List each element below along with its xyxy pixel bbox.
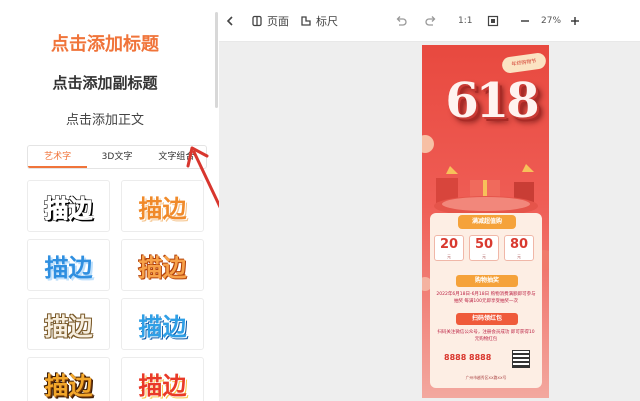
page-label: 页面	[267, 15, 289, 28]
decor-ball	[422, 135, 434, 153]
fit-screen-icon	[487, 15, 499, 27]
add-subheading-button[interactable]: 点击添加副标题	[0, 72, 210, 93]
art-text-style-card[interactable]: 描边	[27, 180, 110, 232]
art-text-style-card[interactable]: 描边	[27, 239, 110, 291]
add-body-text-button[interactable]: 点击添加正文	[0, 109, 210, 128]
poster-badge[interactable]: 年终购物节	[501, 52, 547, 74]
art-text-sample: 描边	[138, 371, 187, 400]
editor-app: 点击添加标题 点击添加副标题 点击添加正文 艺术字 3D文字 文字组合 描边 描…	[0, 0, 640, 401]
tab-3d-text[interactable]: 3D文字	[87, 146, 146, 168]
collapse-panel-button[interactable]	[225, 0, 235, 42]
coupon-value: 50	[474, 237, 494, 252]
redo-icon	[425, 16, 436, 26]
plus-icon	[571, 17, 579, 25]
coupon-unit: 元	[517, 254, 521, 259]
coupon-value: 80	[509, 237, 529, 252]
ruler-button[interactable]: 标尺	[300, 0, 338, 42]
art-text-sample: 描边	[44, 194, 93, 223]
art-text-style-card[interactable]: 描边	[27, 298, 110, 350]
zoom-in-button[interactable]	[569, 0, 581, 42]
undo-button[interactable]	[394, 0, 408, 42]
lottery-text[interactable]: 2022年6月18日-6月18日 购物消费满额即可参与抽奖 每满100元即享受抽…	[436, 291, 536, 305]
lottery-title[interactable]: 购物抽奖	[456, 275, 518, 287]
ruler-icon	[301, 16, 311, 26]
coupon[interactable]: 80 元	[504, 235, 534, 261]
art-text-style-card[interactable]: 描边	[121, 239, 204, 291]
art-text-style-card[interactable]: 描边	[27, 357, 110, 401]
page-button[interactable]: 页面	[251, 0, 289, 42]
redpack-title[interactable]: 扫码领红包	[456, 313, 518, 325]
page-icon	[252, 15, 262, 27]
tab-art-text[interactable]: 艺术字	[28, 146, 88, 168]
chevron-left-icon	[226, 16, 233, 26]
art-text-style-card[interactable]: 描边	[121, 357, 204, 401]
poster-phone[interactable]: 8888 8888	[444, 353, 491, 362]
qr-code-icon[interactable]	[512, 350, 530, 368]
art-text-sample: 描边	[44, 253, 93, 282]
poster-canvas[interactable]: 年终购物节 618 满减超值购 20 元 50 元 80 元 购物抽奖 2022…	[422, 45, 549, 398]
panel-scrollbar[interactable]	[215, 12, 218, 108]
minus-icon	[521, 20, 529, 22]
canvas-area[interactable]: 页面 标尺 1:1 27% 年终购物节 618 满减超值购 20 元 50 元 …	[219, 0, 640, 401]
poster-card-title[interactable]: 满减超值购	[458, 215, 516, 229]
actual-size-button[interactable]: 1:1	[458, 0, 472, 42]
art-text-sample: 描边	[44, 312, 93, 341]
gift-stage-illustration	[434, 164, 538, 216]
text-panel: 点击添加标题 点击添加副标题 点击添加正文 艺术字 3D文字 文字组合 描边 描…	[0, 0, 232, 401]
poster-headline[interactable]: 618	[436, 73, 546, 129]
coupon[interactable]: 50 元	[469, 235, 499, 261]
fit-screen-button[interactable]	[487, 0, 499, 42]
art-text-sample: 描边	[44, 371, 93, 400]
editor-toolbar: 页面 标尺 1:1 27%	[219, 0, 640, 42]
coupon[interactable]: 20 元	[434, 235, 464, 261]
coupon-value: 20	[439, 237, 459, 252]
art-text-sample: 描边	[138, 312, 187, 341]
add-heading-button[interactable]: 点击添加标题	[0, 30, 210, 56]
art-text-sample: 描边	[138, 253, 187, 282]
poster-address[interactable]: 广州市越秀区XX路XX号	[436, 375, 536, 381]
coupon-unit: 元	[447, 254, 451, 259]
undo-icon	[396, 16, 407, 26]
art-text-style-card[interactable]: 描边	[121, 298, 204, 350]
coupon-unit: 元	[482, 254, 486, 259]
zoom-out-button[interactable]	[519, 0, 531, 42]
ruler-label: 标尺	[316, 15, 338, 28]
redpack-text[interactable]: 扫码关注微信公众号，注册会员成功 即可获得10元购物红包	[436, 329, 536, 343]
redo-button[interactable]	[424, 0, 438, 42]
zoom-level[interactable]: 27%	[541, 0, 561, 42]
